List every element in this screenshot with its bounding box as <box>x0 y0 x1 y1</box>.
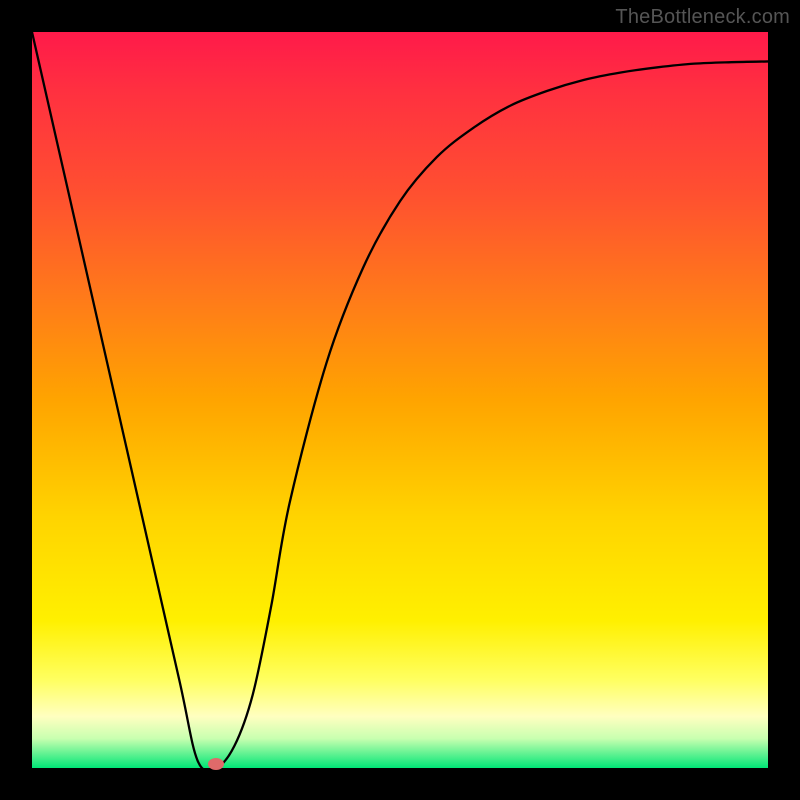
bottleneck-curve <box>32 32 768 768</box>
chart-frame: TheBottleneck.com <box>0 0 800 800</box>
watermark-text: TheBottleneck.com <box>615 6 790 29</box>
plot-area <box>32 32 768 768</box>
minimum-marker <box>208 758 224 770</box>
